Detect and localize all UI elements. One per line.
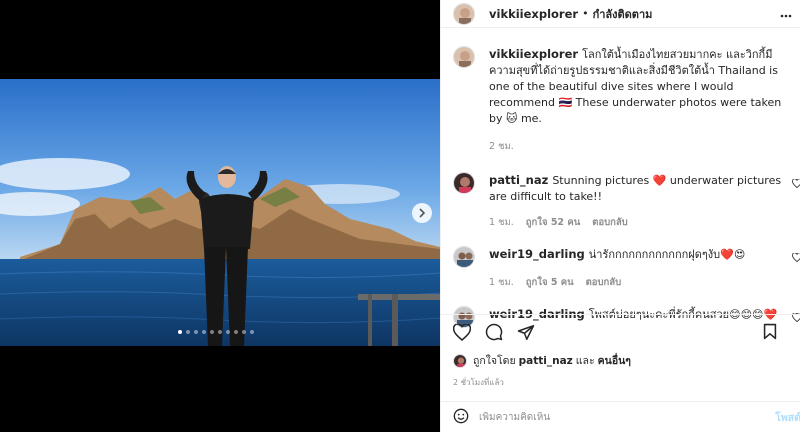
liked-by-others[interactable]: คนอื่นๆ bbox=[598, 352, 631, 369]
liked-by-user[interactable]: patti_naz bbox=[519, 355, 573, 367]
carousel-dot bbox=[234, 330, 238, 334]
caption-username[interactable]: vikkiiexplorer bbox=[489, 47, 578, 61]
avatar[interactable] bbox=[453, 353, 467, 368]
post-comment-button[interactable]: โพสต์ bbox=[775, 409, 800, 426]
carousel-indicator bbox=[178, 330, 254, 334]
header-separator: • bbox=[582, 7, 589, 20]
comment-body: น่ารักกกกกกกกกกกกฝุดๆงับ❤️😍 bbox=[588, 248, 746, 261]
avatar[interactable] bbox=[453, 246, 475, 268]
caption: vikkiiexplorer โลกใต้น้ำเมืองไทยสวยมากคะ … bbox=[453, 46, 800, 154]
comment-meta: 1 ชม. ถูกใจ 5 คน ตอบกลับ bbox=[489, 275, 800, 290]
comment-username[interactable]: patti_naz bbox=[489, 173, 548, 187]
avatar[interactable] bbox=[453, 46, 475, 68]
comment-text: weir19_darling น่ารักกกกกกกกกกกกฝุดๆงับ❤️… bbox=[489, 246, 800, 263]
comment-meta: 1 ชม. ถูกใจ 52 คน ตอบกลับ bbox=[489, 215, 800, 230]
post-photo[interactable] bbox=[0, 79, 440, 346]
post-media bbox=[0, 0, 440, 432]
carousel-dot bbox=[210, 330, 214, 334]
carousel-dot bbox=[218, 330, 222, 334]
avatar[interactable] bbox=[453, 172, 475, 194]
liked-by-conj: และ bbox=[575, 355, 595, 367]
carousel-dot bbox=[178, 330, 182, 334]
heart-icon[interactable] bbox=[452, 322, 472, 344]
comment-like-icon[interactable] bbox=[792, 252, 800, 265]
comment-item: weir19_darling น่ารักกกกกกกกกกกกฝุดๆงับ❤️… bbox=[453, 246, 800, 290]
comment-list: vikkiiexplorer โลกใต้น้ำเมืองไทยสวยมากคะ … bbox=[441, 46, 800, 328]
caption-text: vikkiiexplorer โลกใต้น้ำเมืองไทยสวยมากคะ … bbox=[489, 46, 800, 127]
carousel-next-button[interactable] bbox=[412, 203, 432, 223]
comment-like-icon[interactable] bbox=[792, 178, 800, 191]
comment-time[interactable]: 1 ชม. bbox=[489, 275, 514, 290]
reply-button[interactable]: ตอบกลับ bbox=[592, 215, 628, 230]
carousel-dot bbox=[250, 330, 254, 334]
avatar[interactable] bbox=[453, 2, 475, 25]
post-timestamp[interactable]: 2 ชั่วโมงที่แล้ว bbox=[453, 376, 504, 389]
comment-text: patti_naz Stunning pictures ❤️ underwater… bbox=[489, 172, 800, 205]
carousel-dot bbox=[194, 330, 198, 334]
carousel-dot bbox=[202, 330, 206, 334]
comment-time[interactable]: 1 ชม. bbox=[489, 215, 514, 230]
caption-time[interactable]: 2 ชม. bbox=[489, 139, 514, 154]
chevron-right-icon bbox=[419, 208, 426, 218]
comment-composer: โพสต์ bbox=[441, 401, 800, 432]
comment-likes[interactable]: ถูกใจ 52 คน bbox=[526, 215, 580, 230]
reply-button[interactable]: ตอบกลับ bbox=[586, 275, 622, 290]
carousel-dot bbox=[186, 330, 190, 334]
more-options-icon[interactable] bbox=[780, 8, 792, 21]
carousel-dot bbox=[242, 330, 246, 334]
carousel-dot bbox=[226, 330, 230, 334]
comment-likes[interactable]: ถูกใจ 5 คน bbox=[526, 275, 574, 290]
post-details-panel: vikkiiexplorer • กำลังติดตาม vikkiiexplo… bbox=[440, 0, 800, 432]
post-header: vikkiiexplorer • กำลังติดตาม bbox=[441, 0, 800, 28]
comment-icon[interactable] bbox=[485, 323, 503, 344]
caption-meta: 2 ชม. bbox=[489, 139, 800, 154]
comment-item: patti_naz Stunning pictures ❤️ underwater… bbox=[453, 172, 800, 230]
action-icons bbox=[452, 322, 789, 344]
comment-username[interactable]: weir19_darling bbox=[489, 247, 585, 261]
liked-by-prefix: ถูกใจโดย bbox=[473, 355, 516, 367]
header-username[interactable]: vikkiiexplorer bbox=[489, 7, 578, 21]
liked-by: ถูกใจโดย patti_naz และ คนอื่นๆ bbox=[453, 352, 789, 369]
bookmark-icon[interactable] bbox=[763, 323, 777, 343]
follow-status[interactable]: กำลังติดตาม bbox=[593, 5, 653, 23]
comment-input[interactable] bbox=[479, 411, 749, 423]
share-icon[interactable] bbox=[517, 324, 535, 344]
emoji-icon[interactable] bbox=[453, 408, 469, 427]
post-actions: ถูกใจโดย patti_naz และ คนอื่นๆ bbox=[441, 314, 800, 370]
